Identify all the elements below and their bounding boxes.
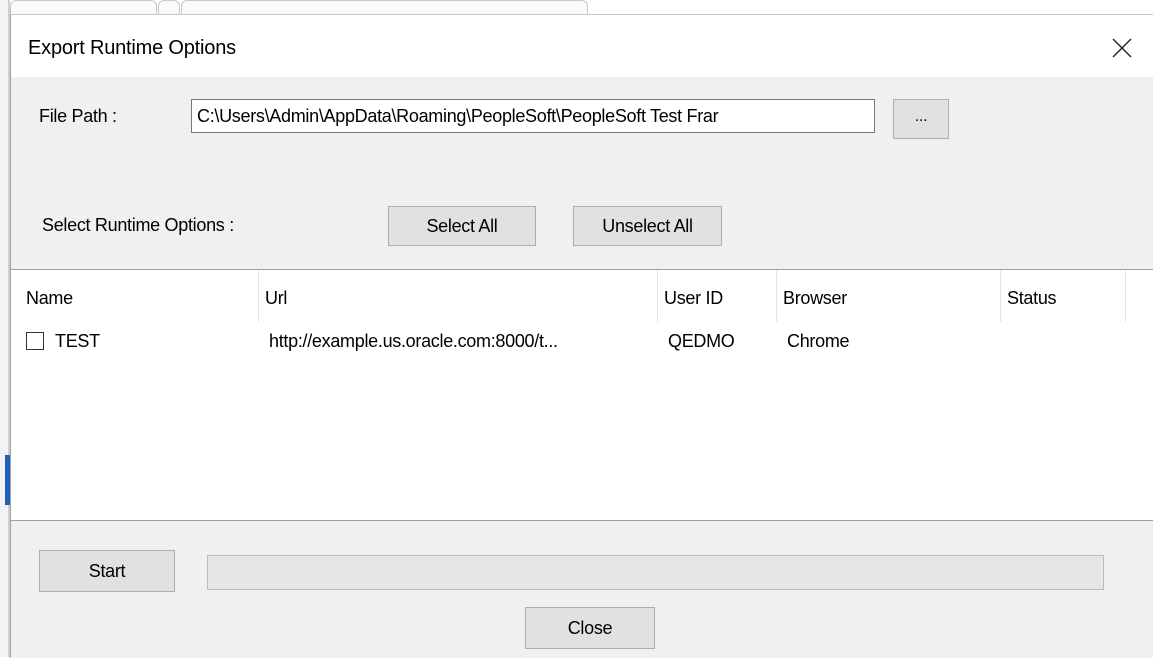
select-runtime-options-label: Select Runtime Options : — [42, 215, 234, 235]
close-button[interactable]: Close — [525, 607, 655, 649]
column-header-user-id[interactable]: User ID — [658, 270, 776, 322]
browse-button[interactable]: ... — [893, 99, 949, 139]
cell-name: TEST — [55, 331, 100, 351]
file-path-input[interactable]: C:\Users\Admin\AppData\Roaming\PeopleSof… — [191, 99, 875, 133]
start-button[interactable]: Start — [39, 550, 175, 592]
file-path-label: File Path : — [39, 106, 117, 126]
close-icon[interactable] — [1109, 35, 1135, 61]
column-header-status[interactable]: Status — [1001, 270, 1125, 322]
column-header-name[interactable]: Name — [20, 270, 258, 322]
background-tab — [181, 0, 588, 15]
select-all-button[interactable]: Select All — [388, 206, 536, 246]
dialog-title: Export Runtime Options — [28, 37, 236, 59]
cell-user-id: QEDMO — [668, 331, 735, 351]
column-separator — [1125, 270, 1126, 322]
dialog-titlebar: Export Runtime Options — [11, 15, 1153, 77]
cell-url: http://example.us.oracle.com:8000/t... — [269, 331, 558, 351]
unselect-all-button[interactable]: Unselect All — [573, 206, 722, 246]
row-checkbox[interactable] — [26, 332, 44, 350]
background-tab — [158, 0, 180, 15]
column-header-browser[interactable]: Browser — [777, 270, 1000, 322]
background-tab — [10, 0, 157, 15]
runtime-options-list[interactable]: Name Url User ID Browser Status TEST htt… — [11, 269, 1153, 521]
progress-bar — [207, 555, 1104, 590]
export-runtime-options-dialog: Export Runtime Options File Path : C:\Us… — [10, 14, 1153, 658]
column-header-url[interactable]: Url — [259, 270, 657, 322]
cell-browser: Chrome — [787, 331, 850, 351]
